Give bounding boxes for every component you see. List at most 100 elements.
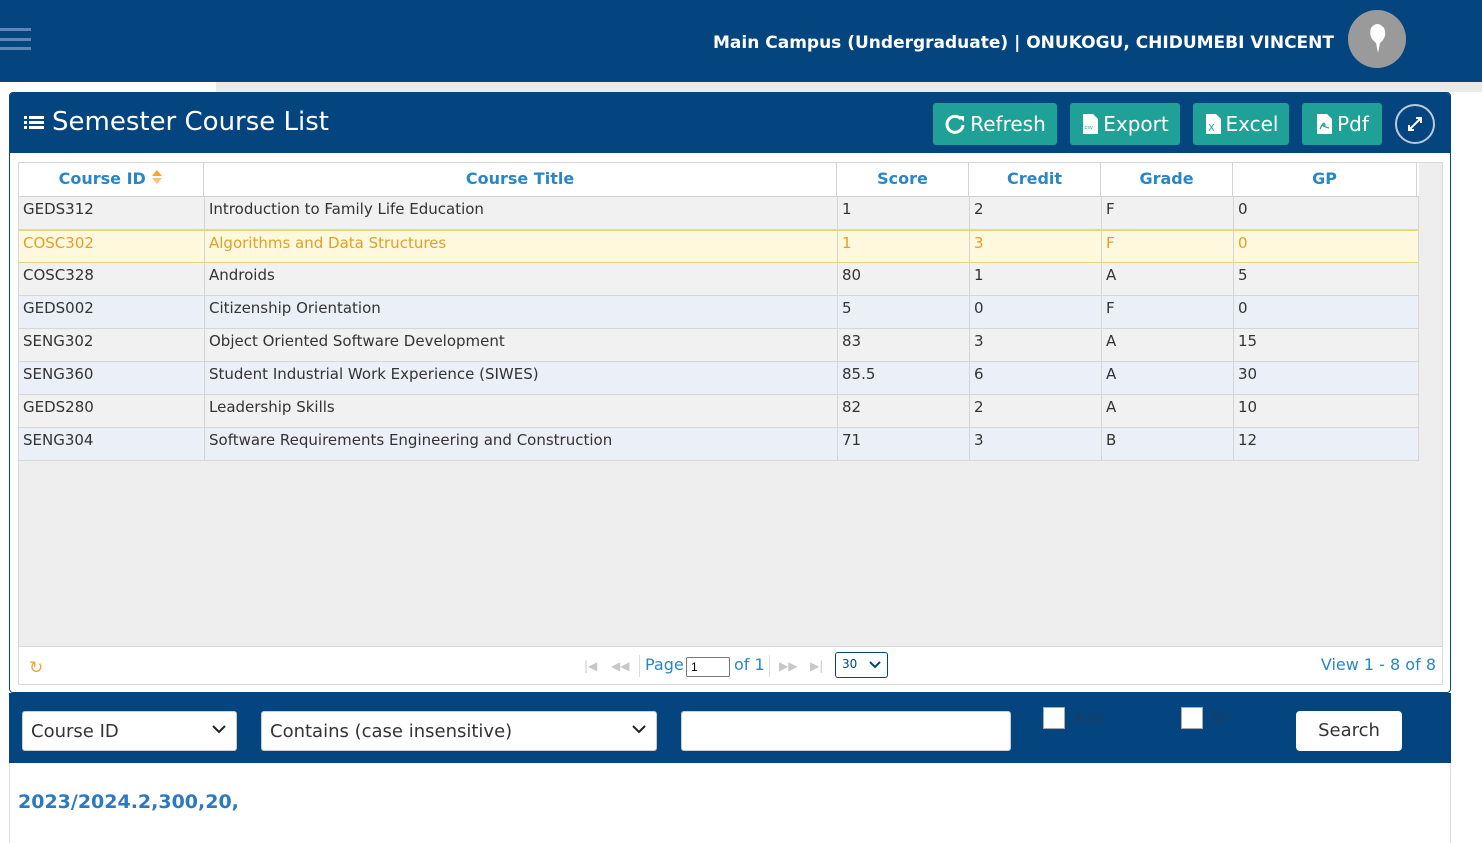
- gp-cell: 0: [1234, 197, 1419, 229]
- course-id-cell: GEDS312: [19, 197, 205, 229]
- export-label: Export: [1103, 112, 1169, 136]
- svg-text:csv: csv: [1085, 125, 1093, 131]
- score-cell: 83: [838, 329, 970, 361]
- hamburger-menu-icon[interactable]: [0, 28, 32, 50]
- credit-cell: 2: [970, 197, 1102, 229]
- search-toolbar: Course ID Contains (case insensitive) An…: [9, 693, 1451, 763]
- table-row[interactable]: SENG360 Student Industrial Work Experien…: [19, 362, 1419, 395]
- column-header-grade[interactable]: Grade: [1101, 163, 1233, 197]
- page-total-label: of 1: [734, 655, 765, 674]
- and-label: And: [1074, 709, 1104, 727]
- course-title-cell: Algorithms and Data Structures: [205, 231, 838, 263]
- credit-cell: 1: [970, 263, 1102, 295]
- table-row-selected[interactable]: COSC302 Algorithms and Data Structures 1…: [19, 230, 1419, 263]
- score-cell: 85.5: [838, 362, 970, 394]
- user-avatar-icon[interactable]: [1348, 10, 1406, 68]
- credit-cell: 0: [970, 296, 1102, 328]
- course-id-cell: COSC328: [19, 263, 205, 295]
- table-row[interactable]: GEDS280 Leadership Skills 82 2 A 10: [19, 395, 1419, 428]
- pager-separator: [769, 655, 770, 677]
- pdf-button[interactable]: Pdf: [1302, 103, 1382, 145]
- list-icon: [24, 115, 44, 129]
- excel-button[interactable]: X Excel: [1193, 103, 1289, 145]
- prev-page-icon[interactable]: ◀◀: [611, 659, 629, 673]
- search-field-select[interactable]: Course ID: [22, 711, 237, 751]
- first-page-icon[interactable]: |◀: [584, 659, 597, 673]
- expand-icon[interactable]: [1395, 104, 1435, 144]
- gp-cell: 30: [1234, 362, 1419, 394]
- refresh-button[interactable]: Refresh: [933, 103, 1057, 145]
- credit-cell: 2: [970, 395, 1102, 427]
- grid-pager: ↻ |◀ ◀◀ Page of 1 ▶▶ ▶| 30 View 1 - 8 of…: [18, 647, 1443, 685]
- chevron-down-icon: [632, 725, 646, 734]
- page-number-input[interactable]: [686, 657, 730, 677]
- course-id-cell: GEDS002: [19, 296, 205, 328]
- credit-cell: 6: [970, 362, 1102, 394]
- column-header-score[interactable]: Score: [837, 163, 969, 197]
- page-label: Page: [645, 655, 684, 674]
- search-operator-select[interactable]: Contains (case insensitive): [261, 711, 657, 751]
- column-header-credit[interactable]: Credit: [969, 163, 1101, 197]
- course-id-cell: GEDS280: [19, 395, 205, 427]
- grade-cell: F: [1102, 197, 1234, 229]
- svg-text:X: X: [1208, 123, 1215, 134]
- course-id-cell: COSC302: [19, 231, 205, 263]
- csv-file-icon: csv: [1083, 114, 1099, 134]
- grade-cell: B: [1102, 428, 1234, 460]
- search-button[interactable]: Search: [1296, 711, 1402, 751]
- page-size-select[interactable]: 30: [835, 652, 888, 678]
- credit-cell: 3: [970, 329, 1102, 361]
- last-page-icon[interactable]: ▶|: [810, 659, 823, 673]
- gp-cell: 10: [1234, 395, 1419, 427]
- panel-title: Semester Course List: [24, 107, 329, 137]
- grade-cell: F: [1102, 231, 1234, 263]
- pdf-label: Pdf: [1337, 112, 1369, 136]
- top-navbar: Main Campus (Undergraduate) | ONUKOGU, C…: [0, 0, 1482, 82]
- score-cell: 5: [838, 296, 970, 328]
- table-row[interactable]: COSC328 Androids 80 1 A 5: [19, 263, 1419, 296]
- table-row[interactable]: SENG304 Software Requirements Engineerin…: [19, 428, 1419, 461]
- chevron-down-icon: [869, 661, 881, 669]
- table-row[interactable]: GEDS002 Citizenship Orientation 5 0 F 0: [19, 296, 1419, 329]
- export-button[interactable]: csv Export: [1070, 103, 1180, 145]
- gp-cell: 5: [1234, 263, 1419, 295]
- grade-cell: A: [1102, 362, 1234, 394]
- column-header-course-title[interactable]: Course Title: [204, 163, 837, 197]
- table-row[interactable]: SENG302 Object Oriented Software Develop…: [19, 329, 1419, 362]
- column-header-gp[interactable]: GP: [1233, 163, 1417, 197]
- pdf-file-icon: [1317, 114, 1333, 134]
- score-cell: 1: [838, 231, 970, 263]
- pager-separator: [639, 655, 640, 677]
- course-id-cell: SENG360: [19, 362, 205, 394]
- course-id-cell: SENG302: [19, 329, 205, 361]
- score-cell: 80: [838, 263, 970, 295]
- grade-cell: A: [1102, 329, 1234, 361]
- gp-cell: 15: [1234, 329, 1419, 361]
- excel-file-icon: X: [1205, 114, 1221, 134]
- grade-cell: F: [1102, 296, 1234, 328]
- next-page-icon[interactable]: ▶▶: [779, 659, 797, 673]
- score-cell: 71: [838, 428, 970, 460]
- session-info-area: 2023/2024.2,300,20,: [9, 763, 1451, 843]
- search-value-input[interactable]: [681, 711, 1011, 751]
- session-info-text: 2023/2024.2,300,20,: [18, 791, 239, 813]
- score-cell: 82: [838, 395, 970, 427]
- course-id-cell: SENG304: [19, 428, 205, 460]
- table-row[interactable]: GEDS312 Introduction to Family Life Educ…: [19, 197, 1419, 230]
- or-label: Or: [1212, 709, 1230, 727]
- gp-cell: 12: [1234, 428, 1419, 460]
- and-checkbox[interactable]: [1043, 707, 1065, 729]
- page-tab-strip: [216, 82, 1482, 92]
- course-title-cell: Leadership Skills: [205, 395, 838, 427]
- or-checkbox[interactable]: [1181, 707, 1203, 729]
- refresh-icon: [945, 114, 965, 134]
- course-grid: Course ID Course Title Score Credit Grad…: [18, 162, 1443, 647]
- grid-header: Course ID Course Title Score Credit Grad…: [19, 163, 1419, 197]
- grade-cell: A: [1102, 263, 1234, 295]
- excel-label: Excel: [1225, 112, 1279, 136]
- course-title-cell: Citizenship Orientation: [205, 296, 838, 328]
- records-view-text: View 1 - 8 of 8: [1320, 655, 1436, 674]
- course-title-cell: Student Industrial Work Experience (SIWE…: [205, 362, 838, 394]
- reload-grid-icon[interactable]: ↻: [29, 658, 43, 678]
- column-header-course-id[interactable]: Course ID: [19, 163, 204, 197]
